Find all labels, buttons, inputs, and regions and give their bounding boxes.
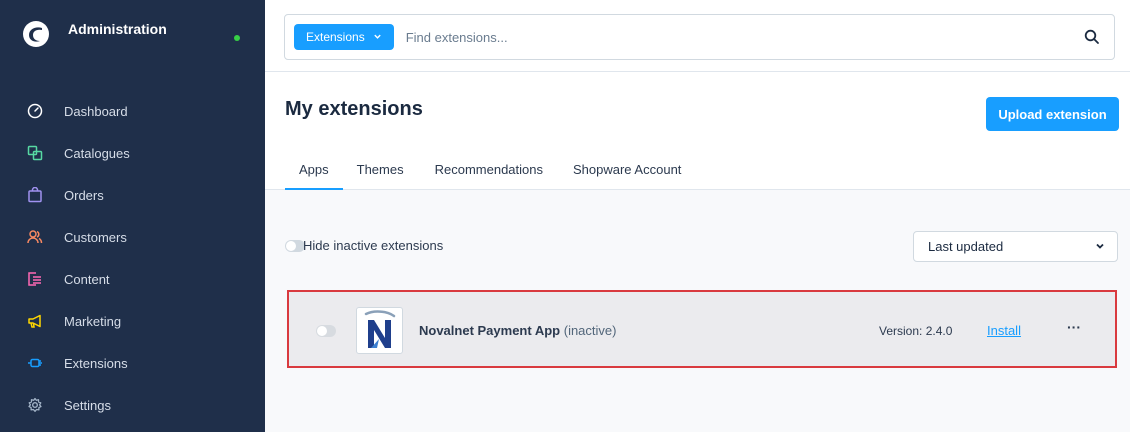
sidebar-item-label: Orders [64,187,104,203]
brand: Administration [0,0,265,74]
novalnet-logo-icon [364,310,396,348]
tab-recommendations[interactable]: Recommendations [418,160,557,190]
customers-icon [26,228,44,246]
extension-version: Version: 2.4.0 [879,324,953,338]
sidebar-item-customers[interactable]: Customers [0,216,265,258]
chevron-down-icon [373,32,382,43]
shopware-logo-icon[interactable] [22,20,50,48]
extension-tabs: Apps Themes Recommendations Shopware Acc… [285,160,695,190]
content-icon [26,270,44,288]
online-status-dot [234,35,240,41]
page-header: My extensions Upload extension Apps Them… [265,72,1130,190]
orders-bag-icon [26,186,44,204]
catalogue-icon [26,144,44,162]
search-input[interactable] [405,29,1026,45]
sidebar-item-content[interactable]: Content [0,258,265,300]
more-actions-button[interactable]: ··· [1067,319,1081,335]
sidebar-item-label: Customers [64,229,127,245]
sort-select-value: Last updated [928,239,1004,254]
extension-active-toggle[interactable] [316,325,336,337]
sidebar-item-settings[interactable]: Settings [0,384,265,426]
sort-select[interactable]: Last updated [913,231,1118,262]
dashboard-icon [26,102,44,120]
hide-inactive-toggle[interactable] [285,240,305,252]
app-title: Administration [68,21,167,37]
main-content: Extensions My extensions Upload extensio… [265,0,1130,432]
sidebar: Administration Dashboard Catalogues Orde… [0,0,265,432]
chevron-down-icon [1096,243,1104,249]
sidebar-item-label: Settings [64,397,111,413]
search-scope-dropdown[interactable]: Extensions [294,24,394,50]
sidebar-item-label: Content [64,271,110,287]
top-search-bar: Extensions [265,0,1130,72]
install-link[interactable]: Install [987,323,1021,338]
sidebar-item-label: Extensions [64,355,128,371]
upload-extension-button[interactable]: Upload extension [986,97,1119,131]
sidebar-item-label: Marketing [64,313,122,329]
plug-icon [26,354,44,372]
page-title: My extensions [285,98,423,120]
search-icon[interactable] [1084,29,1100,45]
extension-logo [356,307,403,354]
extension-name-line: Novalnet Payment App (inactive) [419,323,616,338]
sidebar-item-dashboard[interactable]: Dashboard [0,90,265,132]
sidebar-item-catalogues[interactable]: Catalogues [0,132,265,174]
hide-inactive-label: Hide inactive extensions [303,238,444,253]
sidebar-item-label: Dashboard [64,103,128,119]
sidebar-item-label: Catalogues [64,145,130,161]
extension-name: Novalnet Payment App [419,323,561,338]
sidebar-item-extensions[interactable]: Extensions [0,342,265,384]
tab-apps[interactable]: Apps [285,160,343,190]
search-scope-label: Extensions [306,30,365,44]
tab-shopware-account[interactable]: Shopware Account [557,160,695,190]
sidebar-item-marketing[interactable]: Marketing [0,300,265,342]
extension-card: Novalnet Payment App (inactive) Version:… [287,290,1117,368]
global-search: Extensions [284,14,1115,60]
sidebar-nav: Dashboard Catalogues Orders Customers Co… [0,90,265,426]
tab-themes[interactable]: Themes [343,160,418,190]
megaphone-icon [26,312,44,330]
extension-status: (inactive) [563,323,617,338]
gear-icon [26,396,44,414]
sidebar-item-orders[interactable]: Orders [0,174,265,216]
